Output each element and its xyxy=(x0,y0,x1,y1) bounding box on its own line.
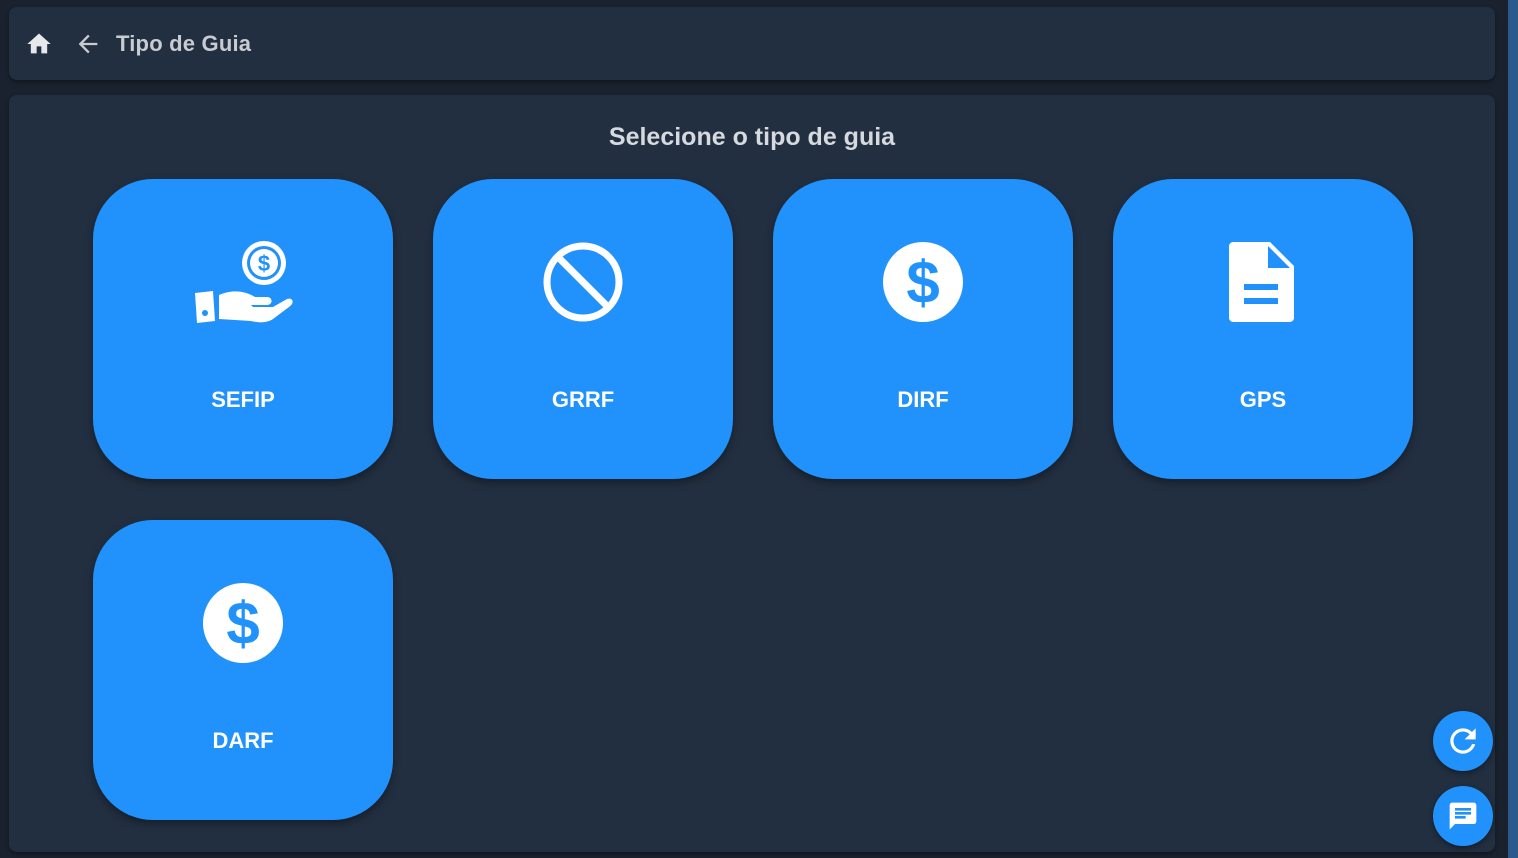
chat-button[interactable] xyxy=(1433,786,1493,846)
svg-text:$: $ xyxy=(906,249,939,316)
arrow-back-icon xyxy=(78,34,98,53)
app-window: Tipo de Guia Selecione o tipo de guia $ … xyxy=(0,0,1518,858)
dollar-circle-icon: $ xyxy=(193,578,293,668)
tile-grrf[interactable]: GRRF xyxy=(433,179,733,479)
block-icon xyxy=(533,237,633,327)
hand-coin-icon: $ xyxy=(193,237,293,327)
svg-text:$: $ xyxy=(258,251,270,276)
refresh-button[interactable] xyxy=(1433,711,1493,771)
tile-label: DIRF xyxy=(897,387,949,412)
dollar-circle-icon: $ xyxy=(873,237,973,327)
document-icon xyxy=(1213,237,1313,327)
tile-darf[interactable]: $ DARF xyxy=(93,520,393,820)
tile-label: GRRF xyxy=(551,387,615,412)
tile-label: GPS xyxy=(1239,387,1287,412)
tile-gps[interactable]: GPS xyxy=(1113,179,1413,479)
main-panel: Selecione o tipo de guia $ SEFIP GRRF $ … xyxy=(9,95,1495,852)
tile-sefip[interactable]: $ SEFIP xyxy=(93,179,393,479)
top-bar: Tipo de Guia xyxy=(9,7,1495,80)
home-icon xyxy=(27,33,51,53)
back-button[interactable] xyxy=(70,7,106,80)
tile-label: SEFIP xyxy=(211,387,275,412)
tile-label: DARF xyxy=(212,728,274,753)
window-edge xyxy=(1508,0,1518,858)
home-button[interactable] xyxy=(14,7,64,80)
section-heading: Selecione o tipo de guia xyxy=(608,123,896,151)
chat-icon xyxy=(1449,802,1477,830)
page-title: Tipo de Guia xyxy=(116,30,252,56)
tile-dirf[interactable]: $ DIRF xyxy=(773,179,1073,479)
svg-text:$: $ xyxy=(226,590,259,657)
refresh-icon xyxy=(1450,728,1476,754)
